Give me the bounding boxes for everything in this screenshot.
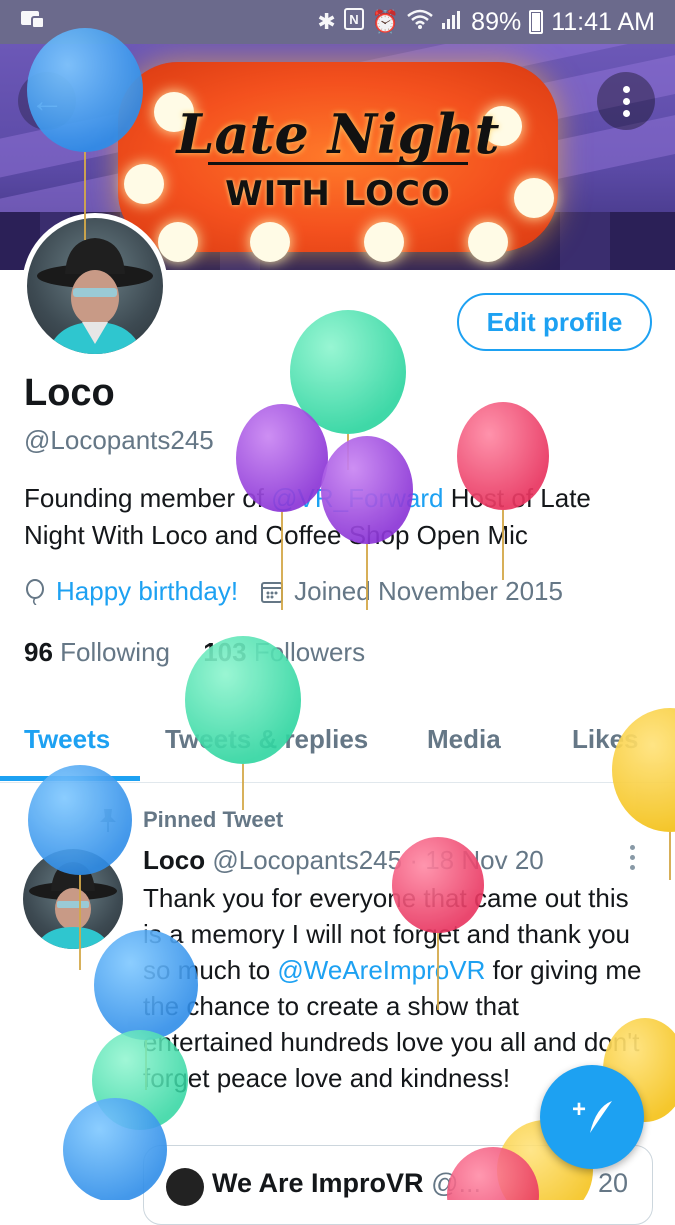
alarm-icon: ⏰: [371, 9, 400, 34]
bluetooth-icon: ✱: [317, 9, 336, 34]
status-time: 11:41 AM: [551, 7, 655, 36]
joined-date: Joined November 2015: [294, 576, 563, 606]
pin-icon: [96, 807, 120, 839]
battery-percent: 89%: [471, 7, 522, 36]
status-bar-right: ✱ N ⏰ 89% 11:41 AM: [317, 8, 655, 37]
banner-title-line2: WITH LOCO: [225, 174, 451, 214]
quoted-tweet-handle: @...: [431, 1168, 481, 1198]
wifi-icon: [407, 9, 433, 35]
svg-text:N: N: [349, 12, 358, 27]
tweet-mention-link[interactable]: @WeAreImproVR: [277, 955, 485, 985]
tab-media[interactable]: Media: [427, 724, 501, 755]
profile-tabs: Tweets Tweets & replies Media Likes: [0, 712, 675, 783]
bio-text-prefix: Founding member of: [24, 483, 272, 513]
edit-profile-button[interactable]: Edit profile: [457, 293, 652, 351]
followers-label: Followers: [253, 637, 366, 667]
app-notification-icon: [20, 8, 46, 36]
profile-avatar[interactable]: [22, 213, 168, 359]
tweet-header: Loco @Locopants245 · 18 Nov 20: [143, 845, 544, 876]
tweet-separator: ·: [402, 845, 426, 875]
compose-tweet-button[interactable]: +: [540, 1065, 644, 1169]
birthday-link[interactable]: Happy birthday!: [56, 576, 238, 607]
tab-tweets[interactable]: Tweets: [24, 724, 110, 755]
following-count: 96: [24, 637, 53, 667]
compose-tweet-icon: +: [572, 1096, 612, 1133]
tab-likes[interactable]: Likes: [572, 724, 639, 755]
signal-icon: [441, 9, 463, 35]
status-bar-left: [20, 8, 46, 36]
follow-stats: 96 Following 103 Followers: [24, 637, 365, 668]
balloon-green: [290, 310, 406, 470]
following-label: Following: [60, 637, 170, 667]
followers-count: 103: [203, 637, 247, 667]
quoted-tweet-header: We Are ImproVR @...: [212, 1168, 481, 1199]
tweet-author-avatar[interactable]: [23, 849, 123, 949]
quoted-tweet-date: 20: [597, 1168, 628, 1198]
active-tab-indicator: [0, 776, 140, 781]
tweet-text: Thank you for everyone that came out thi…: [143, 880, 653, 1096]
profile-name: Loco: [24, 372, 115, 414]
following-link[interactable]: 96 Following: [24, 637, 170, 667]
calendar-icon: [260, 580, 284, 604]
bio-mention-link[interactable]: @VR_Forward: [271, 483, 443, 513]
battery-icon: [529, 10, 544, 34]
pinned-tweet-label: Pinned Tweet: [143, 807, 284, 832]
svg-text:+: +: [572, 1096, 586, 1123]
profile-handle: @Locopants245: [24, 425, 214, 455]
profile-meta: Happy birthday! Joined November 2015: [24, 576, 563, 607]
profile-bio: Founding member of @VR_Forward Host of L…: [24, 480, 654, 554]
banner-marquee-sign: Late Night WITH LOCO: [118, 62, 558, 262]
quoted-tweet-name: We Are ImproVR: [212, 1168, 424, 1198]
followers-link[interactable]: 103 Followers: [203, 637, 365, 667]
tweet-more-icon[interactable]: [630, 845, 635, 870]
tweet-author-name[interactable]: Loco: [143, 845, 205, 875]
back-arrow-icon[interactable]: ←: [18, 72, 76, 130]
tweet-author-handle: @Locopants245: [212, 845, 403, 875]
more-vertical-icon[interactable]: [597, 72, 655, 130]
balloon-icon: [24, 578, 46, 605]
tweet-date: 18 Nov 20: [425, 845, 544, 875]
banner-title-line1: Late Night: [176, 102, 500, 166]
quoted-tweet-avatar: [166, 1168, 204, 1206]
status-bar: ✱ N ⏰ 89% 11:41 AM: [0, 0, 675, 44]
nfc-icon: N: [343, 8, 364, 36]
tab-tweets-replies[interactable]: Tweets & replies: [165, 724, 368, 755]
